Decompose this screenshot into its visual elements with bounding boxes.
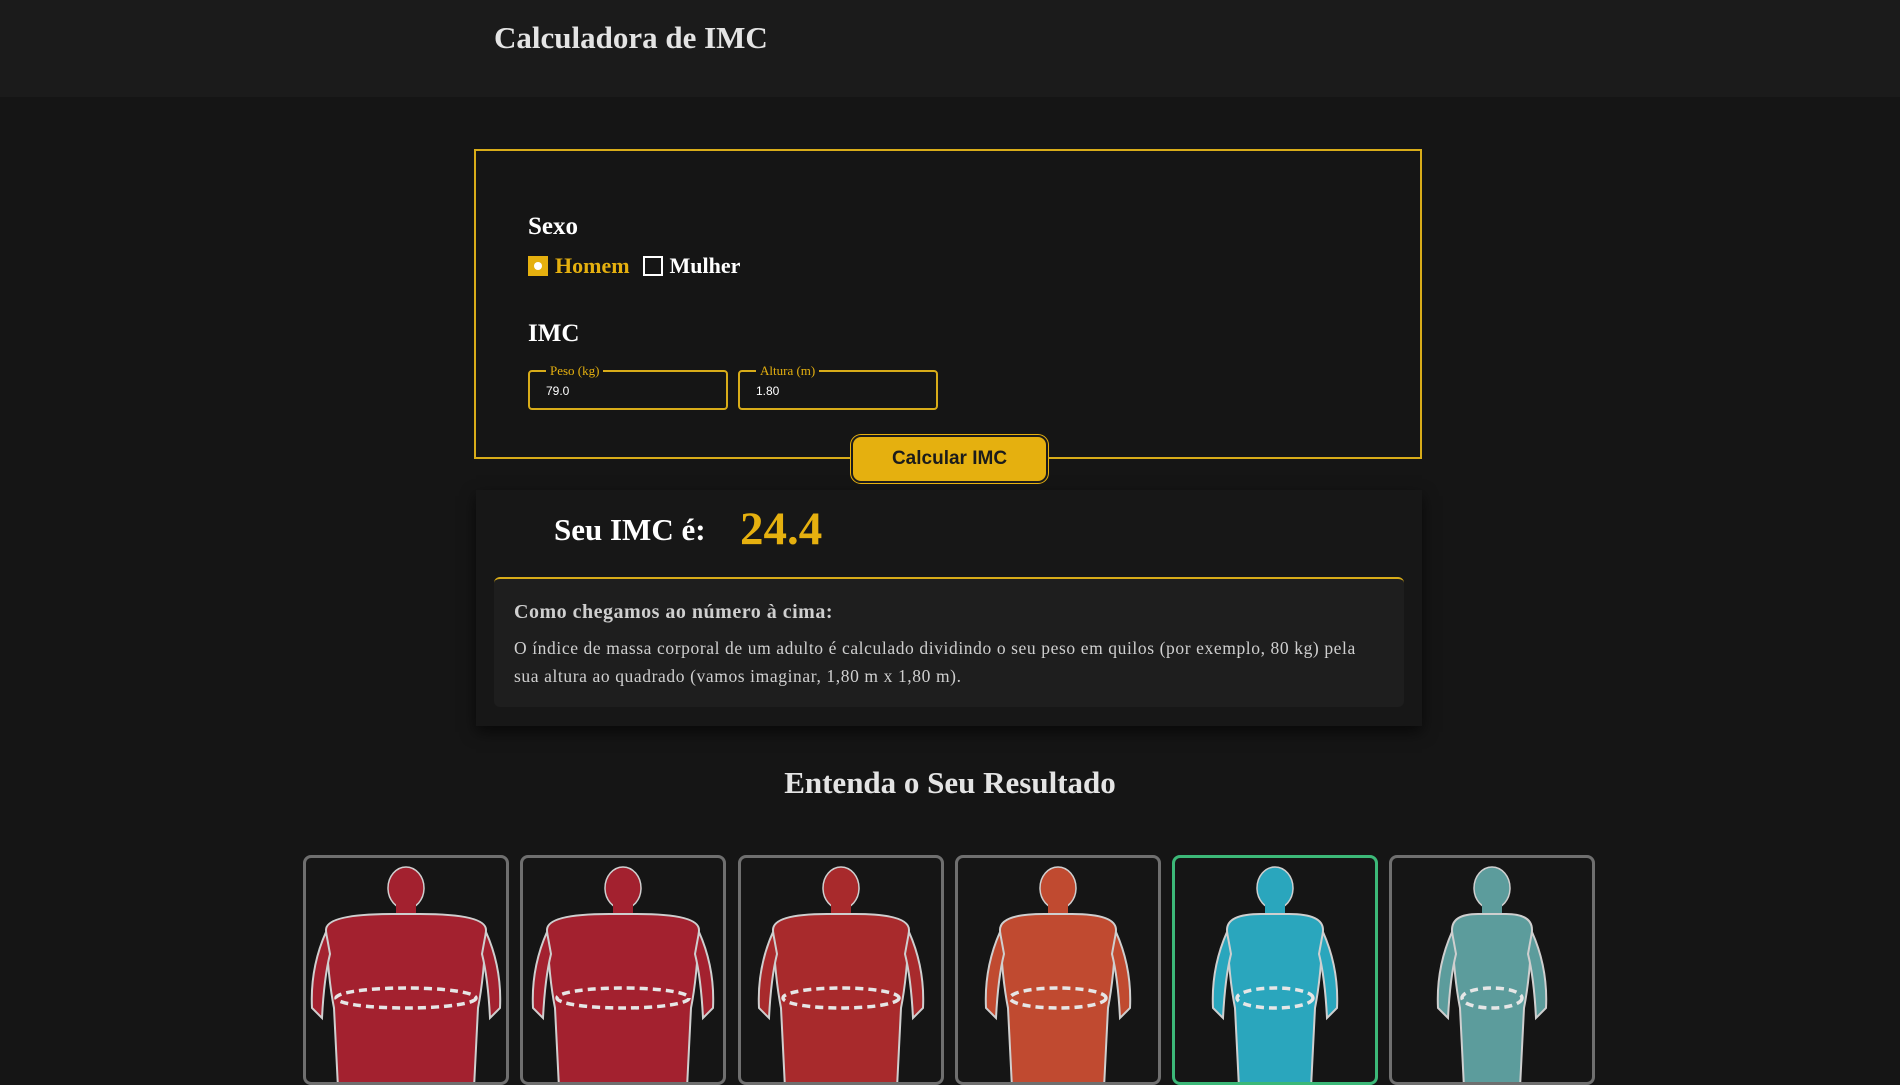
result-label: Seu IMC é: <box>554 512 706 547</box>
imc-label: IMC <box>528 320 580 347</box>
results-section-title: Entenda o Seu Resultado <box>784 765 1116 800</box>
explanation-box: Como chegamos ao número à cima: O índice… <box>494 577 1404 707</box>
app-title: Calculadora de IMC <box>494 20 768 55</box>
obese-body-icon <box>531 866 715 1082</box>
category-card-2[interactable] <box>520 855 726 1085</box>
normal-body-icon <box>1211 866 1339 1082</box>
radio-homem[interactable] <box>528 256 548 276</box>
obese-body-icon <box>310 866 502 1082</box>
overweight-body-icon <box>984 866 1132 1082</box>
radio-dot-icon <box>534 262 542 270</box>
result-card: Seu IMC é: 24.4 Como chegamos ao número … <box>476 490 1422 726</box>
radio-mulher[interactable] <box>642 256 663 276</box>
top-bar: Calculadora de IMC <box>0 0 1900 97</box>
imc-form: Sexo Homem Mulher IMC Peso (kg) 79.0 Alt… <box>474 149 1422 459</box>
category-card-6[interactable] <box>1389 855 1595 1085</box>
height-input[interactable]: 1.80 <box>756 384 779 398</box>
weight-field-label: Peso (kg) <box>546 363 604 378</box>
sex-options: Homem Mulher <box>528 253 753 279</box>
result-value: 24.4 <box>740 503 823 555</box>
height-field-label: Altura (m) <box>756 363 820 378</box>
explanation-text: O índice de massa corporal de um adulto … <box>514 638 1356 686</box>
explanation-title: Como chegamos ao número à cima: <box>514 601 833 623</box>
thin-body-icon <box>1436 866 1548 1082</box>
category-card-4[interactable] <box>955 855 1161 1085</box>
category-card-5[interactable] <box>1172 855 1378 1085</box>
sex-label: Sexo <box>528 213 578 240</box>
radio-label-homem[interactable]: Homem <box>555 253 630 279</box>
calculate-button[interactable]: Calcular IMC <box>851 435 1048 483</box>
weight-input[interactable]: 79.0 <box>546 384 569 398</box>
weight-field[interactable]: Peso (kg) 79.0 <box>528 363 728 410</box>
height-field[interactable]: Altura (m) 1.80 <box>738 363 938 410</box>
obese-body-icon <box>757 866 925 1082</box>
category-card-1[interactable] <box>303 855 509 1085</box>
category-card-3[interactable] <box>738 855 944 1085</box>
radio-label-mulher[interactable]: Mulher <box>670 253 741 279</box>
